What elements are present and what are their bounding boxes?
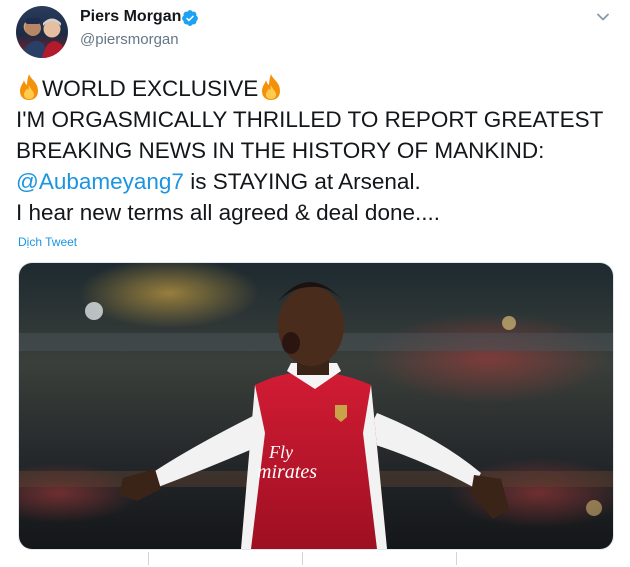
translate-tweet-link[interactable]: Dịch Tweet bbox=[18, 235, 77, 249]
avatar[interactable] bbox=[16, 6, 68, 58]
jersey-sponsor-text-2: mirates bbox=[257, 461, 317, 483]
chevron-down-icon[interactable] bbox=[596, 10, 610, 24]
tweet-text-line-4: @Aubameyang7 is STAYING at Arsenal. bbox=[16, 166, 616, 197]
player-celebration-photo: Fly mirates bbox=[19, 263, 613, 549]
display-name[interactable]: Piers Morgan bbox=[80, 8, 181, 26]
tweet-text-line-2: I'M ORGASMICALLY THRILLED TO REPORT GREA… bbox=[16, 107, 604, 132]
author-handle[interactable]: @piersmorgan bbox=[80, 31, 179, 48]
tweet-card: Piers Morgan @piersmorgan WORLD EXCLUSIV… bbox=[0, 0, 630, 567]
avatar-image bbox=[20, 18, 66, 58]
jersey-sponsor-text-1: Fly bbox=[268, 442, 293, 462]
action-bar bbox=[0, 550, 630, 567]
tweet-text-line-1: WORLD EXCLUSIVE bbox=[16, 73, 616, 104]
tweet-text-line-3: BREAKING NEWS IN THE HISTORY OF MANKIND: bbox=[16, 138, 545, 163]
verified-icon bbox=[182, 10, 198, 26]
action-divider bbox=[302, 552, 303, 565]
mention-link[interactable]: @Aubameyang7 bbox=[16, 169, 184, 194]
tweet-text-line-4-rest: is STAYING at Arsenal. bbox=[183, 169, 421, 194]
fire-icon bbox=[262, 74, 281, 100]
action-divider bbox=[456, 552, 457, 565]
tweet-text: WORLD EXCLUSIVE I'M ORGASMICALLY THRILLE… bbox=[16, 73, 616, 228]
tweet-text-line-5: I hear new terms all agreed & deal done.… bbox=[16, 200, 440, 225]
action-divider bbox=[148, 552, 149, 565]
headline-text: WORLD EXCLUSIVE bbox=[42, 76, 259, 101]
tweet-media-image[interactable]: Fly mirates bbox=[18, 262, 614, 550]
fire-icon bbox=[20, 74, 38, 100]
